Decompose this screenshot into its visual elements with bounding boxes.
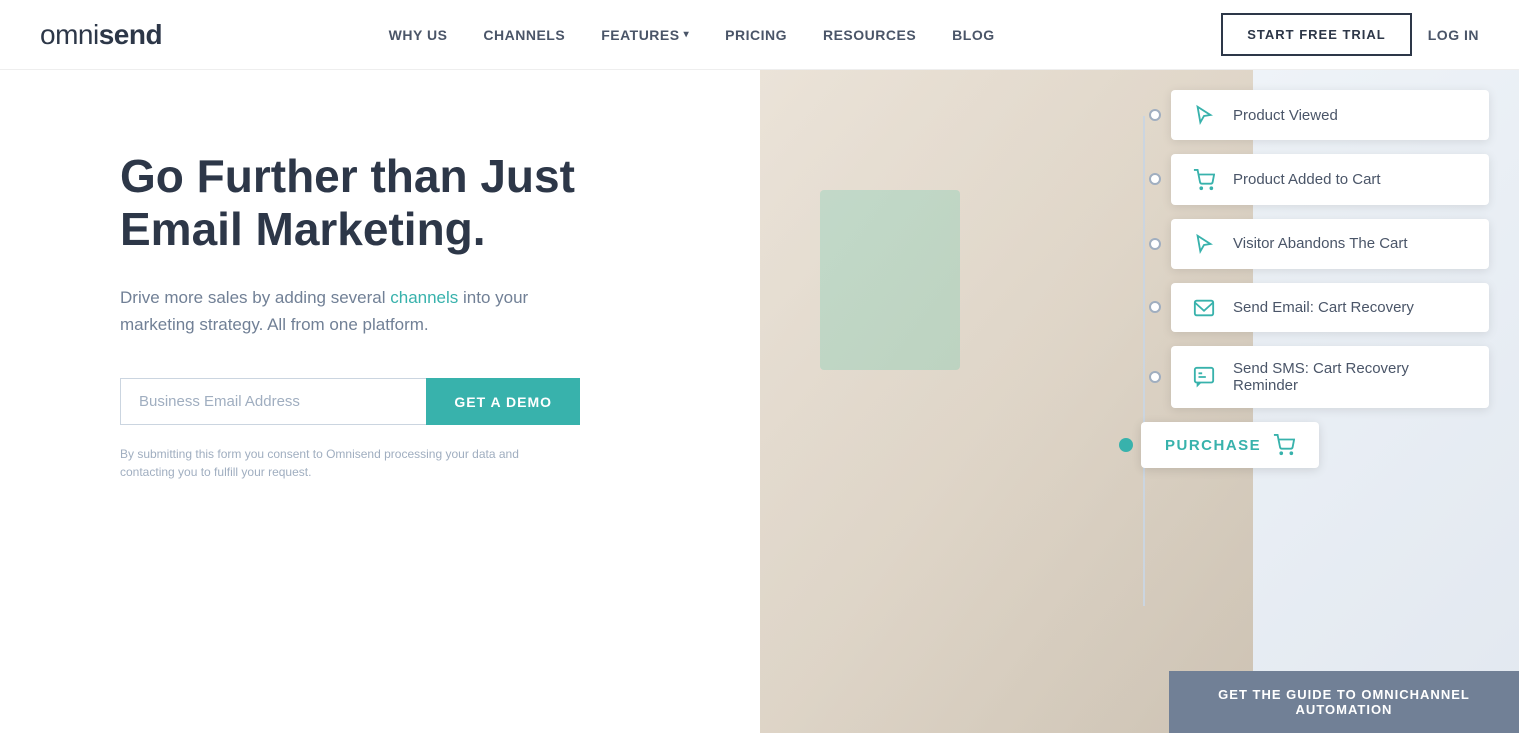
- email-form: GET A DEMO: [120, 378, 580, 425]
- workflow-card-send-email: Send Email: Cart Recovery: [1171, 283, 1489, 332]
- purchase-label: PURCHASE: [1165, 437, 1261, 454]
- hero-subtitle: Drive more sales by adding several chann…: [120, 284, 580, 338]
- nav-item-resources[interactable]: RESOURCES: [823, 27, 916, 43]
- purchase-cart-icon: [1273, 434, 1295, 456]
- logo[interactable]: omnisend: [40, 19, 162, 51]
- main-nav: WHY US CHANNELS FEATURES ▾ PRICING RESOU…: [389, 27, 995, 43]
- workflow-dot-2: [1149, 173, 1161, 185]
- login-button[interactable]: LOG IN: [1428, 27, 1479, 43]
- workflow-label-product-added: Product Added to Cart: [1233, 171, 1381, 188]
- purchase-row: PURCHASE: [1119, 422, 1489, 468]
- workflow-card-product-added: Product Added to Cart: [1171, 154, 1489, 204]
- workflow-item-product-added: Product Added to Cart: [1149, 154, 1489, 204]
- workflow-item-product-viewed: Product Viewed: [1149, 90, 1489, 140]
- main-content: Go Further than Just Email Marketing. Dr…: [0, 70, 1519, 733]
- workflow-dot-3: [1149, 238, 1161, 250]
- purchase-dot: [1119, 438, 1133, 452]
- workflow-label-visitor-abandons: Visitor Abandons The Cart: [1233, 235, 1408, 252]
- header-buttons: START FREE TRIAL LOG IN: [1221, 13, 1479, 56]
- cursor-icon-2: [1189, 233, 1219, 255]
- workflow-dot-1: [1149, 109, 1161, 121]
- cart-icon-1: [1189, 168, 1219, 190]
- nav-item-blog[interactable]: BLOG: [952, 27, 994, 43]
- channels-link[interactable]: channels: [390, 288, 458, 307]
- nav-item-pricing[interactable]: PRICING: [725, 27, 787, 43]
- header: omnisend WHY US CHANNELS FEATURES ▾ PRIC…: [0, 0, 1519, 70]
- sms-icon: [1189, 366, 1219, 388]
- start-free-trial-button[interactable]: START FREE TRIAL: [1221, 13, 1412, 56]
- email-icon: [1189, 297, 1219, 318]
- hero-left: Go Further than Just Email Marketing. Dr…: [0, 70, 760, 733]
- workflow-item-send-email: Send Email: Cart Recovery: [1149, 283, 1489, 332]
- workflow-dot-5: [1149, 371, 1161, 383]
- get-demo-button[interactable]: GET A DEMO: [426, 378, 580, 425]
- workflow-dot-4: [1149, 301, 1161, 313]
- workflow-line: [1143, 116, 1145, 606]
- hero-right: Product Viewed Product Added to Cart: [760, 70, 1519, 733]
- workflow-panel: Product Viewed Product Added to Cart: [1149, 90, 1489, 468]
- nav-item-features[interactable]: FEATURES ▾: [601, 27, 689, 43]
- workflow-card-visitor-abandons: Visitor Abandons The Cart: [1171, 219, 1489, 269]
- cursor-icon-1: [1189, 104, 1219, 126]
- chevron-down-icon: ▾: [684, 29, 690, 40]
- workflow-item-visitor-abandons: Visitor Abandons The Cart: [1149, 219, 1489, 269]
- purchase-card: PURCHASE: [1141, 422, 1319, 468]
- nav-item-channels[interactable]: CHANNELS: [483, 27, 565, 43]
- workflow-label-product-viewed: Product Viewed: [1233, 107, 1338, 124]
- form-disclaimer: By submitting this form you consent to O…: [120, 445, 560, 481]
- hero-title: Go Further than Just Email Marketing.: [120, 150, 700, 256]
- workflow-label-send-email: Send Email: Cart Recovery: [1233, 299, 1414, 316]
- workflow-card-send-sms: Send SMS: Cart Recovery Reminder: [1171, 346, 1489, 408]
- bottom-cta-banner[interactable]: GET THE GUIDE TO OMNICHANNEL AUTOMATION: [1169, 671, 1519, 733]
- workflow-label-send-sms: Send SMS: Cart Recovery Reminder: [1233, 360, 1471, 394]
- workflow-item-send-sms: Send SMS: Cart Recovery Reminder: [1149, 346, 1489, 408]
- nav-item-why-us[interactable]: WHY US: [389, 27, 448, 43]
- workflow-card-product-viewed: Product Viewed: [1171, 90, 1489, 140]
- email-input[interactable]: [120, 378, 426, 425]
